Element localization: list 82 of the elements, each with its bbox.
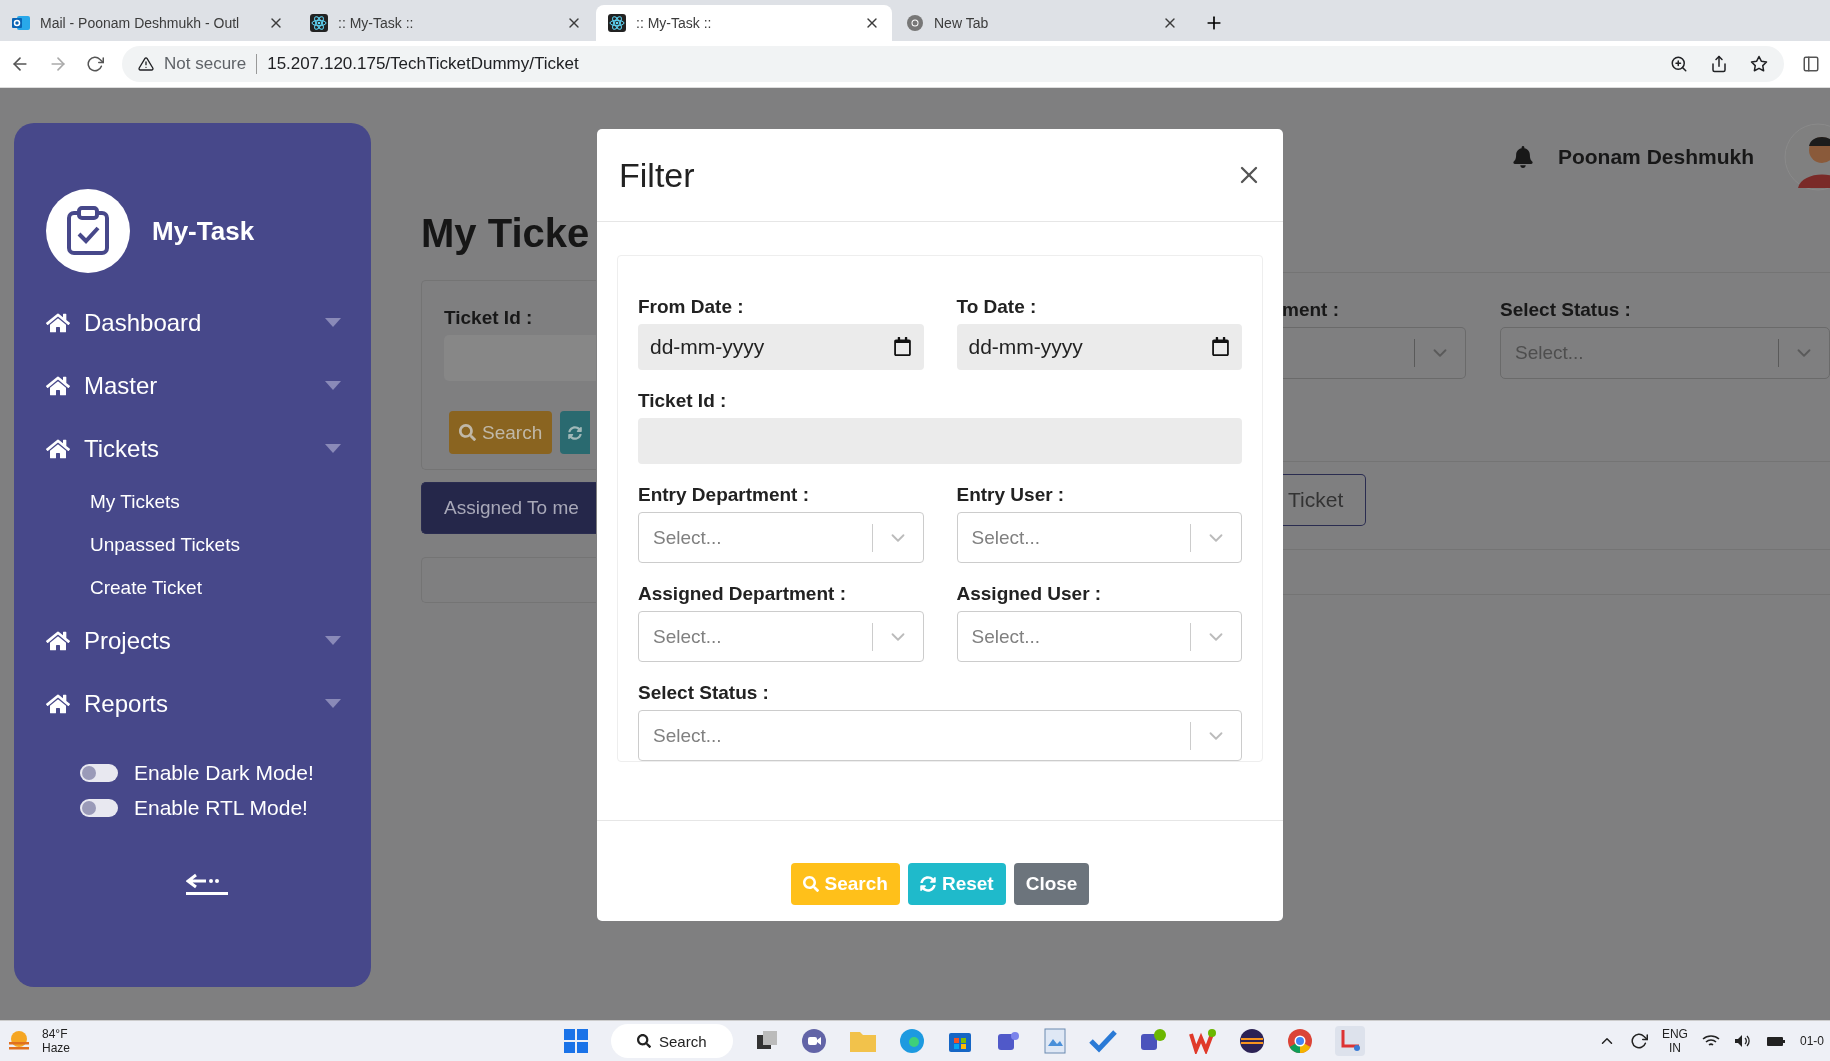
speaker-icon[interactable] bbox=[1733, 1034, 1752, 1048]
close-button[interactable]: Close bbox=[1013, 862, 1090, 905]
taskbar-search[interactable]: Search bbox=[611, 1024, 733, 1058]
calendar-icon[interactable] bbox=[892, 337, 912, 356]
tab[interactable]: Assigned To me bbox=[421, 482, 596, 534]
field-label: Assigned User : bbox=[956, 583, 1103, 605]
select-field[interactable]: Select... bbox=[638, 512, 924, 563]
caret-icon bbox=[325, 699, 341, 708]
field-label: Select Status : bbox=[638, 682, 770, 704]
field-label: Select Status : bbox=[1500, 299, 1632, 321]
menu-item[interactable]: Projects bbox=[46, 609, 341, 672]
field-label: Ticket Id : bbox=[444, 307, 534, 329]
battery-icon[interactable] bbox=[1765, 1034, 1786, 1048]
caret-icon bbox=[325, 318, 341, 327]
select-field[interactable]: Select... bbox=[956, 512, 1242, 563]
refresh-icon bbox=[568, 425, 583, 440]
submenu-item[interactable]: Create Ticket bbox=[46, 566, 371, 609]
browser-icon[interactable] bbox=[899, 1028, 925, 1054]
browser-tab[interactable]: :: My-Task :: bbox=[596, 5, 892, 41]
calendar-icon[interactable] bbox=[1211, 337, 1230, 356]
office-app-icon[interactable] bbox=[1189, 1028, 1217, 1054]
field-label: ment : bbox=[1282, 299, 1340, 321]
menu-item[interactable]: Dashboard bbox=[46, 291, 341, 354]
page-title: My Ticke bbox=[421, 211, 591, 256]
select-field[interactable]: Select... bbox=[956, 611, 1242, 662]
submenu-item[interactable]: Unpassed Tickets bbox=[46, 523, 371, 566]
field-label: Assigned Department : bbox=[638, 583, 847, 605]
brand-name: My-Task bbox=[152, 215, 255, 247]
zoom-icon[interactable] bbox=[1670, 55, 1688, 73]
warning-icon bbox=[138, 56, 154, 72]
browser-logo-icon bbox=[906, 14, 924, 32]
menu-item[interactable]: Reports bbox=[46, 672, 341, 735]
video-chat-icon[interactable] bbox=[801, 1028, 827, 1054]
clock-time: 01-0 bbox=[1799, 1034, 1824, 1048]
atom-icon bbox=[608, 14, 626, 32]
share-icon[interactable] bbox=[1710, 55, 1728, 73]
search-icon bbox=[637, 1034, 651, 1048]
bell-icon[interactable] bbox=[1511, 146, 1534, 168]
toggle-label: Enable Dark Mode! bbox=[134, 760, 314, 785]
date-field[interactable]: dd-mm-yyyy bbox=[638, 324, 924, 370]
atom-icon bbox=[310, 14, 328, 32]
toggle-label: Enable RTL Mode! bbox=[134, 795, 308, 820]
field-label: Entry Department : bbox=[638, 484, 811, 506]
temperature: 84°F bbox=[42, 1027, 69, 1041]
side-panel-icon[interactable] bbox=[1802, 55, 1820, 73]
browser-tab[interactable]: New Tab bbox=[894, 5, 1190, 41]
document-icon[interactable] bbox=[1043, 1028, 1067, 1054]
toggle-switch[interactable] bbox=[80, 763, 118, 782]
sync-icon[interactable] bbox=[1629, 1032, 1648, 1050]
field-label: Ticket Id : bbox=[638, 390, 728, 412]
reload-icon[interactable] bbox=[86, 55, 104, 73]
field-label: Entry User : bbox=[956, 484, 1066, 506]
search-icon bbox=[459, 424, 476, 441]
start-icon[interactable] bbox=[563, 1028, 589, 1054]
field-label: To Date : bbox=[956, 296, 1038, 318]
snipping-tool-icon[interactable] bbox=[1335, 1026, 1365, 1056]
search-icon bbox=[802, 875, 819, 892]
refresh-icon bbox=[919, 875, 936, 892]
date-field[interactable]: dd-mm-yyyy bbox=[956, 324, 1242, 370]
submenu-item[interactable]: My Tickets bbox=[46, 480, 371, 523]
menu-item[interactable]: Master bbox=[46, 354, 341, 417]
browser-tab[interactable]: :: My-Task :: bbox=[298, 5, 594, 41]
weather-condition: Haze bbox=[42, 1041, 70, 1055]
browser-tab[interactable]: Mail - Poonam Deshmukh - Outl bbox=[0, 5, 296, 41]
dialog-title: Filter bbox=[619, 155, 695, 195]
field-label: From Date : bbox=[638, 296, 745, 318]
select-field[interactable]: Select... bbox=[638, 710, 1242, 761]
caret-icon bbox=[325, 444, 341, 453]
star-icon[interactable] bbox=[1750, 55, 1768, 73]
caret-icon bbox=[325, 636, 341, 645]
address-bar[interactable]: Not secure 15.207.120.175/TechTicketDummy/Ticket bbox=[122, 46, 1784, 82]
caret-icon bbox=[325, 381, 341, 390]
input-field[interactable] bbox=[444, 335, 596, 381]
mail-app-icon bbox=[12, 14, 30, 32]
reset-button[interactable] bbox=[560, 411, 591, 454]
checkmark-app-icon[interactable] bbox=[1089, 1029, 1117, 1053]
wifi-icon[interactable] bbox=[1701, 1034, 1720, 1048]
menu-item[interactable]: Tickets bbox=[46, 417, 341, 480]
select-field[interactable]: Select... bbox=[638, 611, 924, 662]
user-name: Poonam Deshmukh bbox=[1557, 145, 1754, 169]
language-indicator[interactable]: ENG IN bbox=[1661, 1027, 1688, 1055]
toggle-switch[interactable] bbox=[80, 798, 118, 817]
